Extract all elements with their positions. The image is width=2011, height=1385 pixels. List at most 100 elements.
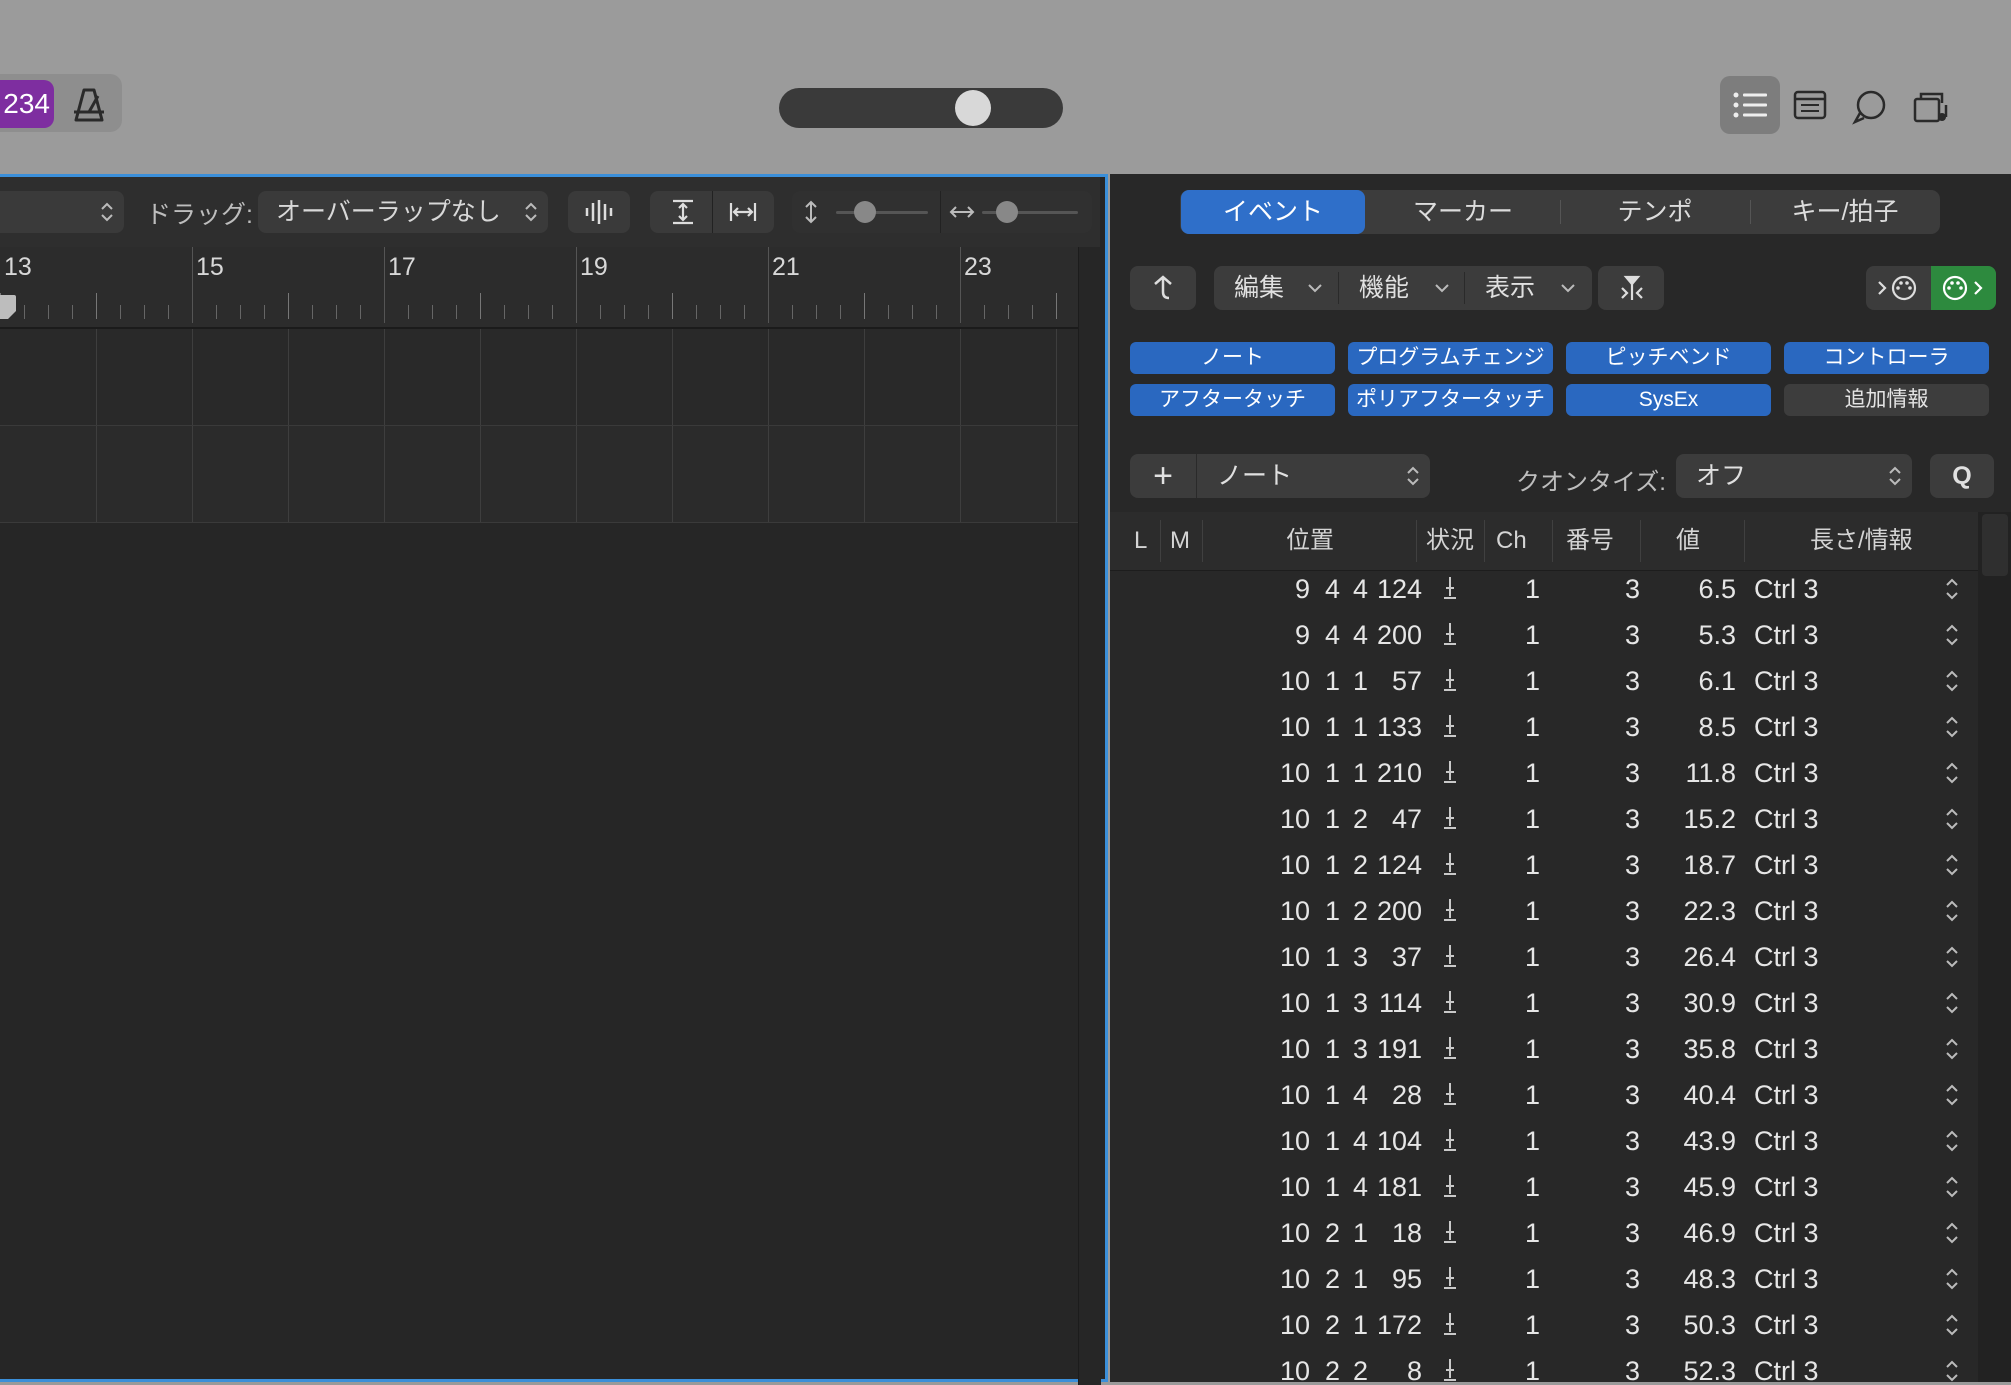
cell-value[interactable]: 11.8 — [1670, 750, 1736, 796]
event-list-scrollbar[interactable] — [1978, 512, 2011, 1382]
cell-beat[interactable]: 2 — [1318, 1256, 1340, 1302]
cell-number[interactable]: 3 — [1618, 1256, 1640, 1302]
filter-additional-info[interactable]: 追加情報 — [1784, 384, 1989, 416]
cell-number[interactable]: 3 — [1618, 842, 1640, 888]
cell-bar[interactable]: 10 — [1260, 796, 1310, 842]
cell-bar[interactable]: 9 — [1260, 570, 1310, 612]
automation-lane[interactable] — [0, 426, 1078, 523]
col-value[interactable]: 値 — [1676, 512, 1700, 570]
event-row[interactable]: 9 4 4 124 1 3 6.5 Ctrl 3 — [1110, 570, 1978, 612]
cell-value[interactable]: 15.2 — [1670, 796, 1736, 842]
cell-bar[interactable]: 10 — [1260, 1256, 1310, 1302]
cell-beat[interactable]: 2 — [1318, 1348, 1340, 1382]
cell-info[interactable]: Ctrl 3 — [1754, 612, 1894, 658]
functions-menu[interactable]: 機能 — [1339, 266, 1463, 310]
cell-channel[interactable]: 1 — [1518, 1164, 1540, 1210]
cell-number[interactable]: 3 — [1618, 612, 1640, 658]
cell-bar[interactable]: 10 — [1260, 750, 1310, 796]
filter-poly-aftertouch[interactable]: ポリアフタータッチ — [1348, 384, 1553, 416]
col-position[interactable]: 位置 — [1286, 512, 1334, 570]
col-status[interactable]: 状況 — [1426, 512, 1474, 570]
cell-info[interactable]: Ctrl 3 — [1754, 1210, 1894, 1256]
cell-number[interactable]: 3 — [1618, 658, 1640, 704]
cell-bar[interactable]: 10 — [1260, 1210, 1310, 1256]
filter-pitch-bend[interactable]: ピッチベンド — [1566, 342, 1771, 374]
value-stepper-icon[interactable] — [1944, 1219, 1960, 1247]
cell-number[interactable]: 3 — [1618, 1118, 1640, 1164]
vertical-zoom-knob[interactable] — [854, 201, 876, 223]
cell-info[interactable]: Ctrl 3 — [1754, 842, 1894, 888]
event-row[interactable]: 10 2 1 18 1 3 46.9 Ctrl 3 — [1110, 1210, 1978, 1256]
cell-bar[interactable]: 10 — [1260, 704, 1310, 750]
cell-tick[interactable]: 172 — [1372, 1302, 1422, 1348]
value-stepper-icon[interactable] — [1944, 1311, 1960, 1339]
cell-number[interactable]: 3 — [1618, 750, 1640, 796]
cell-channel[interactable]: 1 — [1518, 1210, 1540, 1256]
cell-division[interactable]: 1 — [1346, 1302, 1368, 1348]
cell-channel[interactable]: 1 — [1518, 980, 1540, 1026]
cell-channel[interactable]: 1 — [1518, 1072, 1540, 1118]
cell-number[interactable]: 3 — [1618, 888, 1640, 934]
cell-tick[interactable]: 28 — [1372, 1072, 1422, 1118]
editor-scrollbar[interactable] — [1078, 247, 1101, 1385]
view-menu[interactable]: 表示 — [1465, 266, 1591, 310]
value-stepper-icon[interactable] — [1944, 621, 1960, 649]
cell-tick[interactable]: 133 — [1372, 704, 1422, 750]
cell-channel[interactable]: 1 — [1518, 750, 1540, 796]
lcd-display[interactable]: 234 — [0, 80, 54, 128]
cell-division[interactable]: 1 — [1346, 658, 1368, 704]
event-list-scroll-thumb[interactable] — [1982, 514, 2008, 576]
cell-channel[interactable]: 1 — [1518, 1118, 1540, 1164]
midi-out-button[interactable] — [1931, 266, 1996, 310]
cell-channel[interactable]: 1 — [1518, 612, 1540, 658]
cell-value[interactable]: 48.3 — [1670, 1256, 1736, 1302]
cell-bar[interactable]: 10 — [1260, 1072, 1310, 1118]
editor-menu-select[interactable] — [0, 191, 124, 233]
cell-beat[interactable]: 1 — [1318, 1072, 1340, 1118]
cell-tick[interactable]: 104 — [1372, 1118, 1422, 1164]
tab-markers[interactable]: マーカー — [1370, 190, 1556, 234]
value-stepper-icon[interactable] — [1944, 1173, 1960, 1201]
value-stepper-icon[interactable] — [1944, 851, 1960, 879]
value-stepper-icon[interactable] — [1944, 1265, 1960, 1293]
value-stepper-icon[interactable] — [1944, 667, 1960, 695]
cell-division[interactable]: 2 — [1346, 1348, 1368, 1382]
cell-tick[interactable]: 18 — [1372, 1210, 1422, 1256]
cell-bar[interactable]: 10 — [1260, 1118, 1310, 1164]
cell-number[interactable]: 3 — [1618, 980, 1640, 1026]
col-length-info[interactable]: 長さ/情報 — [1810, 512, 1913, 570]
cell-value[interactable]: 6.1 — [1670, 658, 1736, 704]
cell-tick[interactable]: 200 — [1372, 612, 1422, 658]
cell-tick[interactable]: 191 — [1372, 1026, 1422, 1072]
cell-beat[interactable]: 1 — [1318, 888, 1340, 934]
cell-division[interactable]: 4 — [1346, 1118, 1368, 1164]
cell-info[interactable]: Ctrl 3 — [1754, 980, 1894, 1026]
event-row[interactable]: 10 1 3 191 1 3 35.8 Ctrl 3 — [1110, 1026, 1978, 1072]
col-number[interactable]: 番号 — [1566, 512, 1614, 570]
cell-info[interactable]: Ctrl 3 — [1754, 1118, 1894, 1164]
tab-tempo[interactable]: テンポ — [1560, 190, 1750, 234]
browser-button[interactable] — [1900, 76, 1960, 134]
cell-channel[interactable]: 1 — [1518, 1348, 1540, 1382]
cell-value[interactable]: 46.9 — [1670, 1210, 1736, 1256]
cell-channel[interactable]: 1 — [1518, 1026, 1540, 1072]
cell-value[interactable]: 18.7 — [1670, 842, 1736, 888]
cell-value[interactable]: 52.3 — [1670, 1348, 1736, 1382]
cell-number[interactable]: 3 — [1618, 704, 1640, 750]
cell-number[interactable]: 3 — [1618, 1026, 1640, 1072]
cell-channel[interactable]: 1 — [1518, 570, 1540, 612]
cell-value[interactable]: 35.8 — [1670, 1026, 1736, 1072]
cell-number[interactable]: 3 — [1618, 570, 1640, 612]
value-stepper-icon[interactable] — [1944, 759, 1960, 787]
cell-number[interactable]: 3 — [1618, 796, 1640, 842]
cell-number[interactable]: 3 — [1618, 1302, 1640, 1348]
col-m[interactable]: M — [1170, 512, 1190, 570]
cell-beat[interactable]: 1 — [1318, 934, 1340, 980]
cell-division[interactable]: 3 — [1346, 1026, 1368, 1072]
cell-tick[interactable]: 114 — [1372, 980, 1422, 1026]
cell-number[interactable]: 3 — [1618, 934, 1640, 980]
cell-beat[interactable]: 4 — [1318, 570, 1340, 612]
quantize-apply-button[interactable]: Q — [1930, 454, 1994, 498]
go-up-button[interactable] — [1130, 266, 1196, 310]
filter-aftertouch[interactable]: アフタータッチ — [1130, 384, 1335, 416]
